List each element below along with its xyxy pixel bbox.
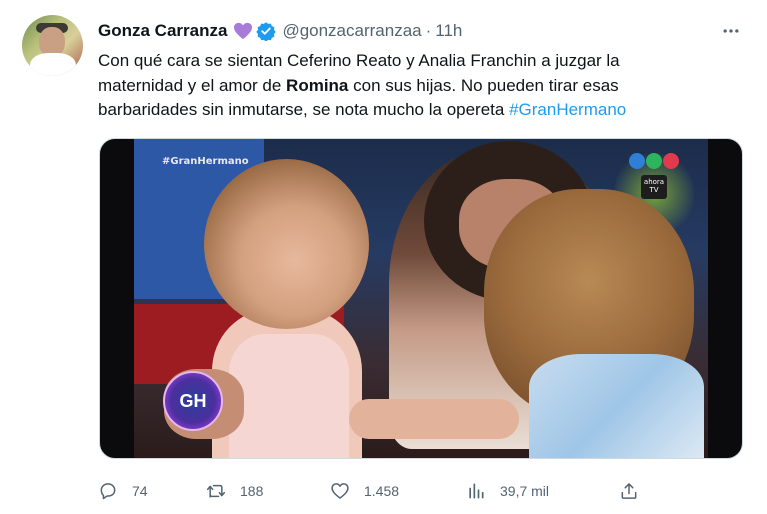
retweet-count: 188 — [240, 483, 264, 499]
channel-dot-blue — [629, 153, 645, 169]
author-name[interactable]: Gonza Carranza — [98, 21, 227, 41]
reply-button[interactable]: 74 — [98, 477, 148, 505]
girl-arm — [349, 399, 519, 439]
like-button[interactable]: 1.458 — [330, 477, 399, 505]
reply-icon — [100, 483, 116, 500]
avatar[interactable] — [22, 15, 83, 76]
video-frame[interactable]: #GranHermano ahora TV GH — [134, 139, 708, 458]
tweet-media[interactable]: #GranHermano ahora TV GH — [99, 138, 743, 459]
tweet-text-line: Con qué cara se sientan Ceferino Reato y… — [98, 51, 620, 70]
like-count: 1.458 — [364, 483, 400, 499]
retweet-button[interactable]: 188 — [206, 477, 263, 505]
like-icon — [331, 483, 349, 499]
channel-dot-green — [646, 153, 662, 169]
reply-count: 74 — [132, 483, 148, 499]
girl-head — [204, 159, 369, 329]
tweet[interactable]: Gonza Carranza @gonzacarranzaa · 11h Con… — [0, 0, 767, 514]
avatar-shirt — [30, 53, 76, 76]
retweet-icon — [206, 484, 226, 498]
more-horizontal-icon[interactable] — [720, 20, 742, 42]
channel-dot-red — [663, 153, 679, 169]
hashtag-link[interactable]: #GranHermano — [509, 100, 626, 119]
author-handle[interactable]: @gonzacarranzaa — [282, 21, 421, 41]
share-button[interactable] — [619, 477, 639, 505]
girl-pink-dress — [229, 334, 349, 458]
girl-blue-dress — [529, 354, 704, 458]
separator-dot: · — [425, 21, 432, 40]
views-button[interactable]: 39,7 mil — [466, 477, 549, 505]
tweet-timestamp[interactable]: 11h — [435, 21, 462, 41]
tweet-header: Gonza Carranza @gonzacarranzaa · 11h — [98, 19, 462, 43]
hashtag-watermark: #GranHermano — [162, 156, 249, 167]
bold-name: Romina — [286, 75, 349, 95]
purple-heart-icon — [233, 22, 253, 40]
share-icon — [621, 483, 637, 499]
views-icon — [469, 483, 484, 499]
tweet-text-line: barbaridades sin inmutarse, se nota much… — [98, 100, 627, 119]
channel-logo: ahora TV — [627, 151, 687, 203]
verified-badge-icon — [256, 21, 277, 42]
channel-badge: ahora TV — [641, 175, 667, 199]
views-count: 39,7 mil — [500, 483, 550, 499]
tweet-text: Con qué cara se sientan Ceferino Reato y… — [98, 49, 738, 123]
action-bar: 74 188 1.458 39,7 mil — [98, 477, 658, 505]
gran-hermano-logo: GH — [163, 371, 223, 431]
tweet-text-line: maternidad y el amor de Romina con sus h… — [98, 75, 619, 95]
